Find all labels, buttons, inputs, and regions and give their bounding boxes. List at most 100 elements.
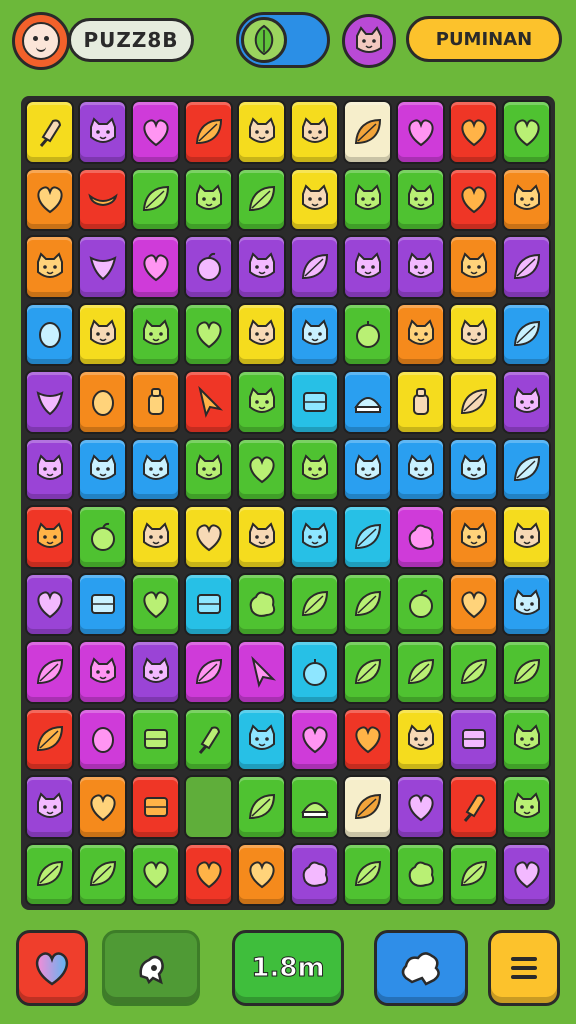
tile[interactable]	[131, 842, 180, 906]
tile[interactable]	[25, 370, 74, 434]
tile[interactable]	[502, 505, 551, 569]
tile[interactable]	[343, 167, 392, 231]
tile[interactable]	[290, 437, 339, 501]
tile[interactable]	[184, 370, 233, 434]
tile[interactable]	[25, 505, 74, 569]
tile[interactable]	[343, 302, 392, 366]
tile[interactable]	[131, 572, 180, 636]
tile[interactable]	[78, 235, 127, 299]
tile[interactable]	[78, 505, 127, 569]
tile[interactable]	[78, 707, 127, 771]
tile[interactable]	[502, 370, 551, 434]
level-badge[interactable]: PUMINAN	[406, 16, 562, 62]
tile[interactable]	[502, 235, 551, 299]
tile[interactable]	[237, 302, 286, 366]
tile[interactable]	[290, 100, 339, 164]
tile[interactable]	[184, 707, 233, 771]
tile[interactable]	[502, 572, 551, 636]
tile[interactable]	[449, 572, 498, 636]
tile[interactable]	[290, 842, 339, 906]
tile[interactable]	[396, 640, 445, 704]
tile[interactable]	[502, 775, 551, 839]
tile[interactable]	[131, 437, 180, 501]
tile[interactable]	[25, 572, 74, 636]
tile[interactable]	[396, 572, 445, 636]
tile[interactable]	[25, 842, 74, 906]
tile[interactable]	[184, 302, 233, 366]
menu-button[interactable]	[488, 930, 560, 1006]
tile[interactable]	[343, 707, 392, 771]
tile[interactable]	[78, 302, 127, 366]
tile[interactable]	[237, 572, 286, 636]
tile[interactable]	[78, 572, 127, 636]
tile[interactable]	[25, 167, 74, 231]
tile[interactable]	[396, 302, 445, 366]
tile[interactable]	[237, 167, 286, 231]
tile[interactable]	[343, 505, 392, 569]
tile[interactable]	[237, 505, 286, 569]
tile[interactable]	[449, 370, 498, 434]
tile[interactable]	[290, 302, 339, 366]
tile[interactable]	[396, 707, 445, 771]
tile[interactable]	[131, 100, 180, 164]
tile[interactable]	[25, 437, 74, 501]
tile[interactable]	[502, 302, 551, 366]
tile[interactable]	[449, 235, 498, 299]
tile[interactable]	[343, 640, 392, 704]
theme-toggle[interactable]	[236, 12, 330, 68]
tile[interactable]	[184, 842, 233, 906]
tile[interactable]	[78, 842, 127, 906]
tile[interactable]	[290, 572, 339, 636]
tile[interactable]	[396, 235, 445, 299]
tile[interactable]	[396, 505, 445, 569]
tile[interactable]	[290, 505, 339, 569]
tile[interactable]	[502, 842, 551, 906]
tile[interactable]	[237, 100, 286, 164]
tile[interactable]	[131, 775, 180, 839]
tile[interactable]	[343, 100, 392, 164]
tile[interactable]	[78, 437, 127, 501]
tile[interactable]	[343, 235, 392, 299]
tile[interactable]	[449, 437, 498, 501]
tile[interactable]	[290, 640, 339, 704]
tile[interactable]	[396, 370, 445, 434]
shuffle-button[interactable]	[374, 930, 468, 1006]
tile[interactable]	[131, 640, 180, 704]
tile[interactable]	[449, 707, 498, 771]
tile[interactable]	[237, 437, 286, 501]
tile[interactable]	[396, 100, 445, 164]
tile[interactable]	[396, 437, 445, 501]
tile[interactable]	[237, 842, 286, 906]
tile[interactable]	[184, 100, 233, 164]
tile[interactable]	[449, 842, 498, 906]
tile[interactable]	[237, 370, 286, 434]
tile[interactable]	[396, 842, 445, 906]
tile[interactable]	[396, 167, 445, 231]
tile[interactable]	[343, 437, 392, 501]
tile[interactable]	[343, 572, 392, 636]
player-avatar[interactable]	[12, 12, 70, 70]
tile[interactable]	[449, 167, 498, 231]
tile[interactable]	[131, 235, 180, 299]
tile[interactable]	[131, 370, 180, 434]
tile[interactable]	[78, 167, 127, 231]
hint-button[interactable]	[102, 930, 200, 1006]
tile[interactable]	[184, 572, 233, 636]
tile[interactable]	[184, 775, 233, 839]
tile[interactable]	[449, 775, 498, 839]
tile[interactable]	[449, 100, 498, 164]
tile[interactable]	[184, 167, 233, 231]
tile[interactable]	[131, 302, 180, 366]
tile[interactable]	[78, 775, 127, 839]
tile[interactable]	[25, 302, 74, 366]
lives-button[interactable]	[16, 930, 88, 1006]
tile[interactable]	[131, 505, 180, 569]
friend-avatar[interactable]	[342, 14, 396, 68]
tile[interactable]	[343, 842, 392, 906]
tile[interactable]	[184, 235, 233, 299]
tile[interactable]	[237, 707, 286, 771]
tile[interactable]	[237, 235, 286, 299]
tile[interactable]	[502, 707, 551, 771]
tile[interactable]	[25, 775, 74, 839]
tile[interactable]	[290, 775, 339, 839]
